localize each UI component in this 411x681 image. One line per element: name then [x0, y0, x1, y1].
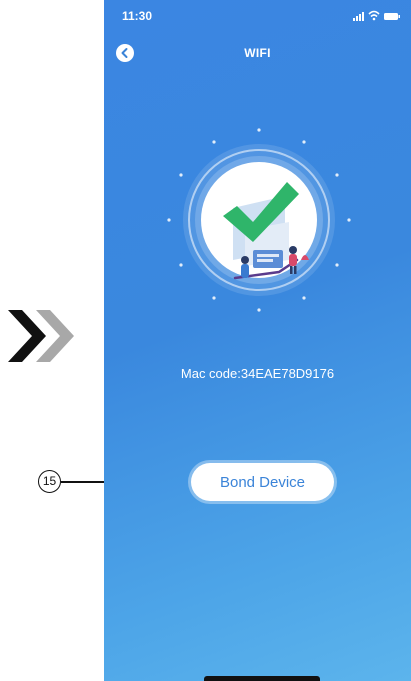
- double-chevron-icon: [8, 310, 74, 362]
- bond-device-button[interactable]: Bond Device: [191, 463, 334, 501]
- battery-icon: [384, 13, 400, 20]
- phone-screen: 11:30 WIFI Mac code:34EAE78D9176 Bond De…: [104, 0, 411, 681]
- home-indicator: [204, 676, 320, 681]
- signal-icon: [353, 12, 364, 21]
- mac-code-label: Mac code:34EAE78D9176: [180, 366, 335, 381]
- wifi-icon: [368, 10, 380, 21]
- status-time: 11:30: [122, 9, 153, 23]
- status-icons: [353, 10, 400, 21]
- success-illustration: [167, 128, 351, 312]
- callout-number: 15: [38, 470, 61, 493]
- page-title: WIFI: [244, 46, 271, 60]
